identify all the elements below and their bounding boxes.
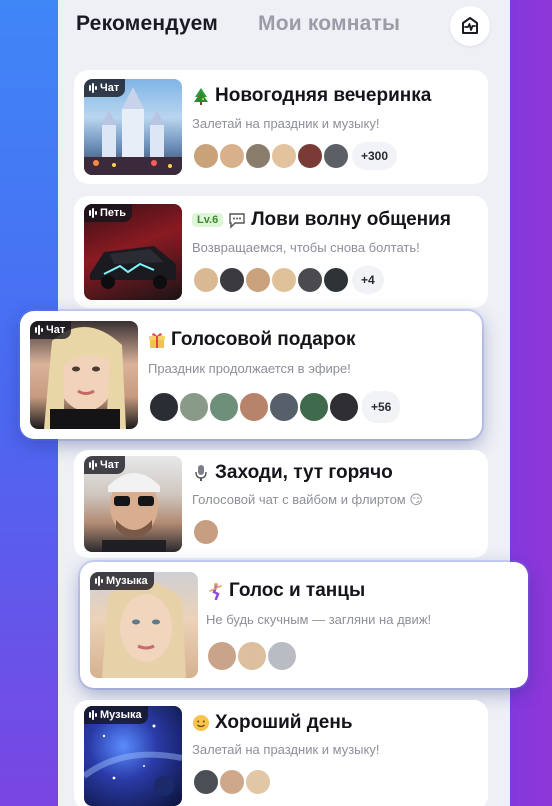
avatar [244, 266, 272, 294]
tab-recommended[interactable]: Рекомендуем [76, 12, 218, 36]
room-card[interactable]: Чат Голосовой подарок Праздник продолжае… [20, 311, 482, 439]
avatar [148, 391, 180, 423]
room-participants [192, 518, 220, 546]
avatar [192, 266, 220, 294]
room-card[interactable]: Музыка Голос и танцы Не будь скучным — з… [80, 562, 528, 688]
avatar [192, 518, 220, 546]
smile-icon [193, 715, 209, 731]
room-level-badge: Lv.6 [192, 213, 224, 227]
room-type-badge: Петь [84, 204, 133, 222]
avatar [236, 640, 268, 672]
avatar [218, 266, 246, 294]
audio-bars-icon [89, 208, 97, 218]
room-participants: +300 [192, 142, 398, 170]
room-participants [206, 640, 298, 672]
room-type-badge: Чат [30, 321, 72, 339]
room-title: Голосовой подарок [148, 329, 355, 351]
room-subtitle: Залетай на праздник и музыку! [192, 116, 380, 131]
room-title: Заходи, тут горячо [192, 462, 393, 484]
audio-bars-icon [35, 325, 43, 335]
tab-bar: Рекомендуем Мои комнаты [58, 0, 510, 56]
room-title: Голос и танцы [206, 580, 365, 602]
avatar [218, 768, 246, 796]
room-type-badge: Музыка [84, 706, 148, 724]
avatar [298, 391, 330, 423]
avatar [244, 768, 272, 796]
room-card[interactable]: Чат Заходи, тут горячо Голосовой чат с в… [74, 450, 488, 558]
room-thumbnail: Чат [84, 456, 182, 552]
avatar [270, 142, 298, 170]
room-subtitle: Голосовой чат с вайбом и флиртом 😏 [192, 492, 423, 507]
avatar [192, 768, 220, 796]
room-card[interactable]: Петь Lv.6 Лови волну общения Возвращаемс… [74, 196, 488, 308]
room-title: Новогодняя вечеринка [192, 85, 431, 107]
activity-button[interactable] [450, 6, 490, 46]
christmas-tree-icon [194, 88, 208, 105]
avatar [178, 391, 210, 423]
room-card[interactable]: Музыка Хороший день Залетай на праздник … [74, 700, 488, 806]
room-thumbnail: Музыка [84, 706, 182, 806]
microphone-icon [195, 465, 207, 481]
room-thumbnail: Петь [84, 204, 182, 300]
avatar [208, 391, 240, 423]
participant-count: +4 [352, 266, 384, 294]
room-title: Хороший день [192, 712, 353, 734]
avatar [268, 391, 300, 423]
avatar [244, 142, 272, 170]
room-thumbnail: Музыка [90, 572, 198, 678]
avatar [328, 391, 360, 423]
avatar [238, 391, 270, 423]
audio-bars-icon [95, 576, 103, 586]
speech-bubble-icon [229, 213, 245, 229]
room-type-badge: Чат [84, 456, 126, 474]
room-subtitle: Залетай на праздник и музыку! [192, 742, 380, 757]
tab-my-rooms[interactable]: Мои комнаты [258, 12, 400, 36]
room-type-badge: Музыка [90, 572, 154, 590]
avatar [206, 640, 238, 672]
room-thumbnail: Чат [84, 79, 182, 175]
room-participants [192, 768, 272, 796]
audio-bars-icon [89, 460, 97, 470]
room-subtitle: Возвращаемся, чтобы снова болтать! [192, 240, 420, 255]
room-subtitle: Праздник продолжается в эфире! [148, 361, 351, 376]
room-type-badge: Чат [84, 79, 126, 97]
avatar [296, 142, 324, 170]
avatar [270, 266, 298, 294]
room-card[interactable]: Чат Новогодняя вечеринка Залетай на праз… [74, 70, 488, 184]
audio-bars-icon [89, 83, 97, 93]
room-participants: +4 [192, 266, 384, 294]
avatar [322, 266, 350, 294]
avatar [192, 142, 220, 170]
avatar [296, 266, 324, 294]
audio-bars-icon [89, 710, 97, 720]
pulse-icon [462, 17, 478, 34]
gift-icon [149, 333, 165, 348]
room-participants: +56 [148, 391, 401, 423]
dancer-icon [209, 583, 222, 600]
room-subtitle: Не будь скучным — загляни на движ! [206, 612, 432, 627]
avatar [218, 142, 246, 170]
room-thumbnail: Чат [30, 321, 138, 429]
avatar [266, 640, 298, 672]
avatar [322, 142, 350, 170]
room-title: Lv.6 Лови волну общения [192, 209, 451, 231]
participant-count: +56 [362, 391, 401, 423]
participant-count: +300 [352, 142, 398, 170]
